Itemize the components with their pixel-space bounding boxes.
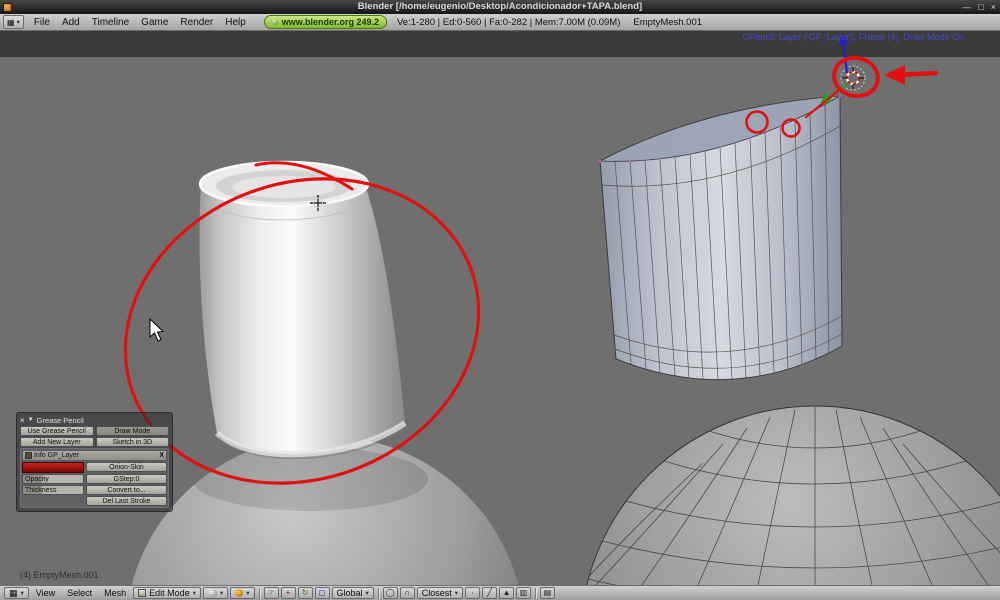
- menu-render[interactable]: Render: [174, 17, 219, 28]
- menu-add[interactable]: Add: [56, 17, 86, 28]
- menu-select[interactable]: Select: [62, 588, 97, 598]
- proportional-edit-toggle[interactable]: ◯: [382, 587, 398, 599]
- thickness-slider[interactable]: Thickness: [22, 485, 84, 495]
- render-icon: ▤: [543, 588, 552, 597]
- use-grease-pencil-button[interactable]: Use Grease Pencil: [20, 426, 94, 436]
- pivot-point-icon: [235, 589, 244, 597]
- proportional-edit-icon: ◯: [385, 588, 395, 597]
- window-titlebar[interactable]: Blender [/home/eugenio/Desktop/Acondicio…: [0, 0, 1000, 14]
- editor-type-icon: ▦: [9, 587, 18, 598]
- pivot-dropdown[interactable]: ▾: [230, 587, 255, 599]
- sketch-in-3d-button[interactable]: Sketch in 3D: [95, 437, 169, 447]
- select-mode-vertex-button[interactable]: ∙: [465, 587, 481, 599]
- hand-icon: ☞: [267, 588, 275, 597]
- layer-info-icon: [25, 452, 32, 459]
- draw-mode-button[interactable]: Draw Mode: [95, 426, 169, 436]
- orientation-dropdown[interactable]: Global ▾: [331, 587, 374, 599]
- grease-pencil-panel[interactable]: × ▼ Grease Pencil Use Grease Pencil Draw…: [16, 412, 173, 512]
- chevron-down-icon: ▾: [365, 590, 369, 597]
- opacity-slider[interactable]: Opacity: [22, 474, 84, 484]
- solid-drawtype-icon: [207, 588, 217, 598]
- menu-mesh[interactable]: Mesh: [99, 588, 131, 598]
- panel-collapse-icon[interactable]: ▼: [28, 417, 34, 423]
- magnet-icon: ∩: [404, 588, 411, 597]
- chevron-down-icon: ▾: [246, 590, 250, 597]
- chevron-down-icon: ▾: [20, 590, 24, 597]
- panel-title: Grease Pencil: [36, 415, 84, 425]
- occlude-geometry-toggle[interactable]: ▥: [516, 587, 532, 599]
- chevron-down-icon: ▾: [454, 590, 459, 597]
- menu-game[interactable]: Game: [135, 17, 174, 28]
- snap-target-dropdown[interactable]: Closest ▾: [416, 587, 464, 599]
- scene-stats: Ve:1-280 | Ed:0-560 | Fa:0-282 | Mem:7.0…: [397, 16, 621, 28]
- select-mode-edge-button[interactable]: ╱: [482, 587, 498, 599]
- translate-icon: +: [285, 588, 291, 597]
- menu-file[interactable]: File: [28, 17, 56, 28]
- window-title: Blender [/home/eugenio/Desktop/Acondicio…: [357, 1, 643, 12]
- 3d-viewport[interactable]: GPencil: Layer ('GP_Layer'), Frame (4), …: [0, 31, 1000, 585]
- rotate-icon: ↻: [301, 588, 309, 597]
- panel-close-icon[interactable]: ×: [20, 416, 25, 425]
- select-mode-face-button[interactable]: ▲: [499, 587, 515, 599]
- gpencil-status-text: GPencil: Layer ('GP_Layer'), Frame (4), …: [742, 32, 964, 42]
- layer-color-swatch[interactable]: [22, 462, 84, 473]
- top-header-bar: ▦ ▾ File Add Timeline Game Render Help w…: [0, 14, 1000, 31]
- panel-spacer: [22, 496, 84, 506]
- window-type-selector[interactable]: ▦ ▾: [3, 15, 24, 29]
- face-select-icon: ▲: [502, 588, 511, 597]
- add-new-layer-button[interactable]: Add New Layer: [20, 437, 94, 447]
- manipulator-rotate-toggle[interactable]: ↻: [297, 587, 313, 599]
- edge-select-icon: ╱: [487, 588, 492, 597]
- divider: [258, 587, 260, 599]
- edit-mode-icon: [138, 589, 147, 597]
- divider: [535, 587, 537, 599]
- scale-icon: ◻: [318, 588, 326, 597]
- vertex-select-icon: ∙: [471, 588, 474, 597]
- grease-pencil-panel-header[interactable]: × ▼ Grease Pencil: [20, 415, 169, 425]
- menu-help[interactable]: Help: [219, 17, 252, 28]
- blender-logo-icon: [271, 19, 278, 25]
- del-last-stroke-button[interactable]: Del Last Stroke: [86, 496, 167, 506]
- window-type-icon: ▦: [7, 17, 15, 27]
- maximize-icon[interactable]: □: [978, 2, 983, 12]
- snap-toggle[interactable]: ∩: [399, 587, 415, 599]
- layer-delete-icon[interactable]: X: [159, 452, 164, 459]
- chevron-down-icon: ▾: [219, 590, 224, 597]
- manipulator-toggle[interactable]: ☞: [263, 587, 279, 599]
- editor-type-selector[interactable]: ▦ ▾: [4, 587, 29, 599]
- mode-dropdown[interactable]: Edit Mode ▾: [133, 587, 201, 599]
- occlude-icon: ▥: [519, 588, 528, 597]
- gpencil-layer-box: Info GP_Layer X Onion-Skin Opacity GStep…: [20, 448, 169, 508]
- gstep-field[interactable]: GStep:0: [86, 474, 167, 484]
- render-preview-button[interactable]: ▤: [540, 587, 556, 599]
- menu-view[interactable]: View: [31, 588, 60, 598]
- chevron-down-icon: ▾: [192, 590, 196, 597]
- menu-timeline[interactable]: Timeline: [86, 17, 135, 28]
- blender-window: Blender [/home/eugenio/Desktop/Acondicio…: [0, 0, 1000, 600]
- close-icon[interactable]: ×: [991, 2, 996, 12]
- active-object-name: EmptyMesh.001: [633, 16, 703, 28]
- convert-to-button[interactable]: Convert to...: [86, 485, 167, 495]
- chevron-down-icon: ▾: [16, 19, 20, 26]
- blender-version-badge[interactable]: www.blender.org 249.2: [263, 15, 387, 29]
- viewport-info-label: (4) EmptyMesh.001: [20, 570, 99, 580]
- onion-skin-button[interactable]: Onion-Skin: [86, 462, 167, 472]
- minimize-icon[interactable]: —: [962, 2, 971, 12]
- layer-title: Info GP_Layer: [34, 452, 80, 459]
- manipulator-scale-toggle[interactable]: ◻: [314, 587, 330, 599]
- draw-type-dropdown[interactable]: ▾: [202, 587, 229, 599]
- viewport-header-bar: ▦ ▾ View Select Mesh Edit Mode ▾ ▾ ▾ ☞ +…: [0, 585, 1000, 600]
- manipulator-translate-toggle[interactable]: +: [280, 587, 296, 599]
- divider: [377, 587, 379, 599]
